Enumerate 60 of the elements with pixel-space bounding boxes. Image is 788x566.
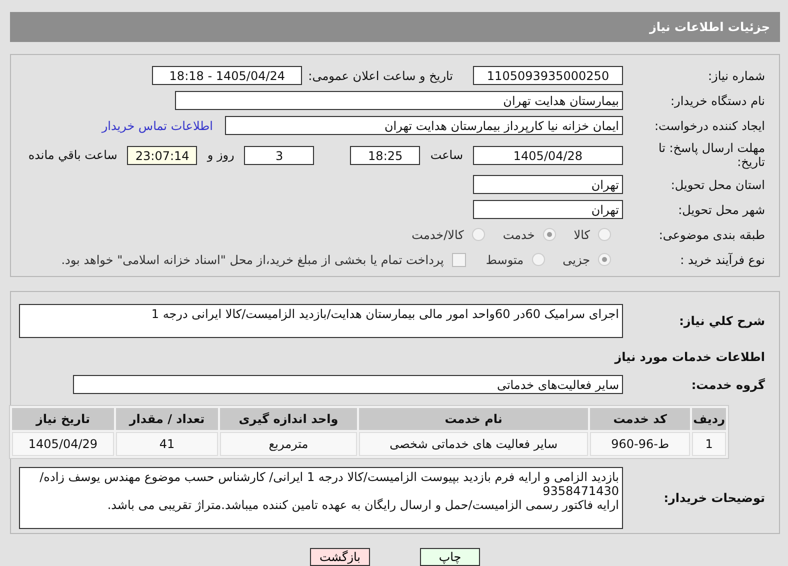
announce-date-field[interactable]: 1405/04/24 - 18:18 (152, 66, 302, 85)
section-title: اطلاعات خدمات مورد نیاز (614, 349, 765, 366)
field-label: نام دستگاه خریدار: (670, 94, 765, 108)
column-header: تعداد / مقدار (116, 408, 218, 430)
column-header: واحد اندازه گیری (220, 408, 357, 430)
notes-line: بازدید الزامی و ارایه فرم بازدید بپیوست الزامیست/کالا درجه 1 ایرانی/ کارشناس حسب موضوع مهندس یوسف زاده/ (38, 470, 619, 484)
table-cell: مترمربع (220, 432, 357, 456)
radio-button[interactable] (532, 253, 545, 266)
deadline-time-field[interactable]: 18:25 (350, 146, 420, 164)
creator-field[interactable]: ایمان خزانه نیا کارپرداز بیمارستان هدایت تهران (225, 116, 623, 135)
page-title: جزئیات اطلاعات نیاز (649, 20, 770, 34)
field-label: شرح کلي نیاز: (678, 314, 765, 328)
radio-label: متوسط (486, 252, 524, 266)
radio-button[interactable] (542, 228, 556, 241)
field-label: تاریخ و ساعت اعلان عمومی: (308, 68, 453, 82)
radio-button[interactable] (598, 253, 611, 266)
field-label: ایجاد کننده درخواست: (653, 118, 765, 132)
table-cell: سایر فعالیت های خدماتی شخصی (359, 432, 588, 456)
contact-link[interactable]: اطلاعات تماس خریدار (102, 118, 213, 132)
time-label: ساعت (429, 148, 464, 162)
days-label: روز و (206, 148, 236, 162)
deadline-date-field[interactable]: 1405/04/28 (473, 146, 623, 164)
remaining-label: ساعت باقي مانده (27, 148, 118, 162)
field-label: توضیحات خریدار: (662, 491, 765, 505)
need-number-field[interactable]: 1105093935000250 (473, 66, 623, 85)
buyer-field[interactable]: بیمارستان هدایت تهران (175, 91, 623, 110)
days-field[interactable]: 3 (244, 146, 314, 164)
checkbox[interactable] (452, 252, 466, 266)
radio-button[interactable] (472, 228, 485, 241)
buyer-notes-field[interactable] (19, 467, 623, 529)
column-header: تاریخ نیاز (12, 408, 114, 430)
province-field[interactable]: تهران (473, 175, 623, 194)
description-field[interactable]: اجرای سرامیک 60در 60واحد امور مالی بیمارستان هدایت/بازدید الزامیست/کالا ایرانی درجه 1 (19, 304, 623, 338)
radio-button[interactable] (598, 228, 611, 241)
action-button[interactable]: چاپ (420, 548, 480, 566)
table-cell: 41 (116, 432, 218, 456)
radio-label: کالا/خدمت (412, 228, 464, 242)
checkbox-label: پرداخت تمام یا بخشی از مبلغ خرید،از محل "اسناد خزانه اسلامی" خواهد بود. (61, 252, 444, 266)
table-cell: 1 (692, 432, 726, 456)
field-label: استان محل تحویل: (670, 178, 765, 192)
action-button[interactable]: بازگشت (310, 548, 370, 566)
field-label: نوع فرآیند خرید : (679, 252, 765, 266)
notes-line: 9358471430 (542, 484, 619, 498)
radio-label: جزیی (562, 252, 590, 266)
field-label: مهلت ارسال پاسخ: تا تاریخ: (657, 141, 765, 169)
table-cell: ط-96-960 (590, 432, 690, 456)
radio-label: کالا (574, 228, 590, 242)
service-group-field[interactable]: سایر فعالیت‌های خدماتی (73, 375, 623, 394)
field-label: طبقه بندی موضوعی: (658, 228, 765, 242)
column-header: نام خدمت (359, 408, 588, 430)
field-label: شهر محل تحویل: (677, 202, 765, 216)
column-header: کد خدمت (590, 408, 690, 430)
remaining-time-field[interactable]: 23:07:14 (127, 146, 198, 164)
table-cell: 1405/04/29 (12, 432, 114, 456)
column-header: ردیف (692, 408, 726, 430)
field-label: گروه خدمت: (690, 378, 765, 392)
notes-line: ارایه فاکتور رسمی الزامیست/حمل و ارسال رایگان به عهده تامین کننده میباشد.متراژ تقریبی می باشد. (106, 498, 619, 512)
field-label: شماره نیاز: (707, 68, 765, 82)
radio-label: خدمت (502, 228, 535, 242)
city-field[interactable]: تهران (473, 200, 623, 219)
